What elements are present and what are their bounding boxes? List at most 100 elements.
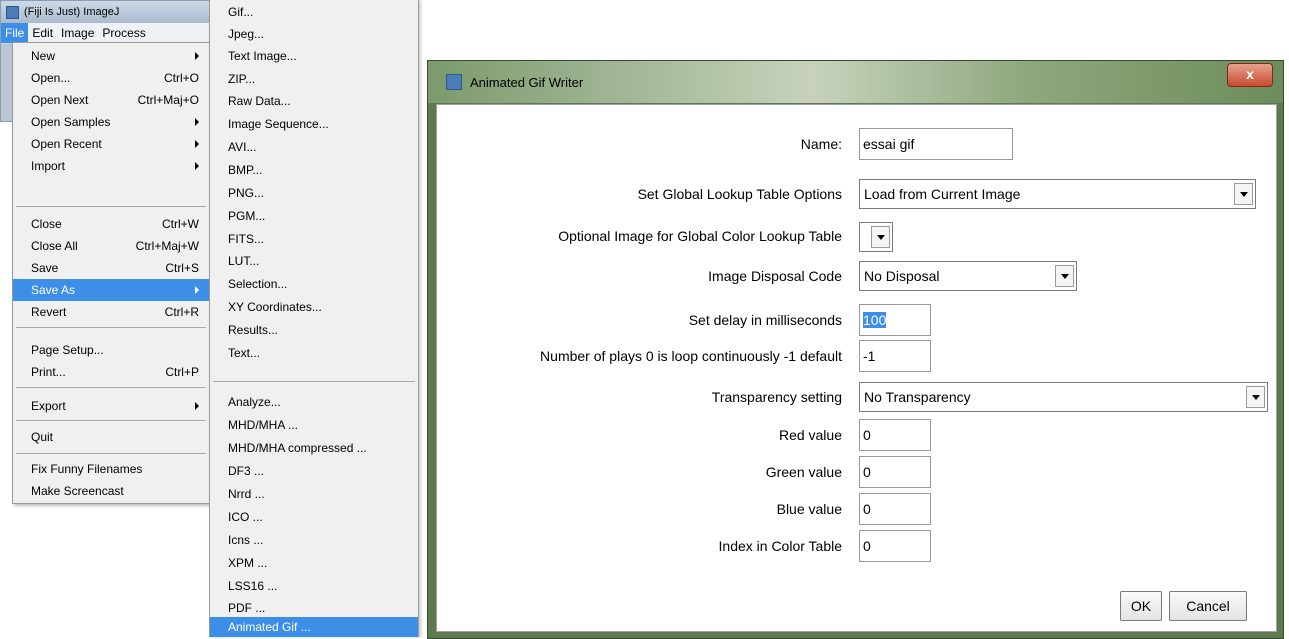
file-menu-item-close[interactable]: Close Ctrl+W bbox=[13, 213, 209, 235]
save-as-item-lut[interactable]: LUT... bbox=[210, 250, 418, 272]
save-as-item-pdf[interactable]: PDF ... bbox=[210, 597, 418, 619]
save-as-item-text[interactable]: Text... bbox=[210, 342, 418, 364]
save-as-item-bmp[interactable]: BMP... bbox=[210, 159, 418, 181]
save-as-item-fits[interactable]: FITS... bbox=[210, 228, 418, 250]
blue-field[interactable]: 0 bbox=[859, 493, 931, 525]
file-menu-item-open[interactable]: Open... Ctrl+O bbox=[13, 67, 209, 89]
menu-separator bbox=[16, 420, 206, 421]
chevron-down-icon bbox=[1246, 386, 1265, 408]
menu-edit[interactable]: Edit bbox=[28, 23, 57, 43]
save-as-item-df3[interactable]: DF3 ... bbox=[210, 460, 418, 482]
submenu-arrow-icon bbox=[195, 286, 199, 294]
disposal-label: Image Disposal Code bbox=[708, 268, 842, 284]
dialog-titlebar[interactable]: Animated Gif Writer x bbox=[428, 61, 1283, 103]
index-label: Index in Color Table bbox=[718, 538, 842, 554]
submenu-arrow-icon bbox=[195, 402, 199, 410]
file-menu-item-new[interactable]: New bbox=[13, 45, 209, 67]
save-as-item-icns[interactable]: Icns ... bbox=[210, 529, 418, 551]
chevron-down-icon bbox=[871, 226, 890, 248]
fiji-menubar: File Edit Image Process bbox=[1, 23, 210, 44]
ok-button[interactable]: OK bbox=[1120, 591, 1162, 621]
red-label: Red value bbox=[778, 427, 842, 443]
menu-process[interactable]: Process bbox=[98, 23, 149, 43]
close-button[interactable]: x bbox=[1227, 63, 1273, 87]
animated-gif-writer-dialog: Animated Gif Writer x Name: essai gif Se… bbox=[427, 60, 1284, 639]
submenu-arrow-icon bbox=[195, 118, 199, 126]
menu-separator bbox=[16, 206, 206, 207]
save-as-item-zip[interactable]: ZIP... bbox=[210, 68, 418, 90]
fiji-titlebar: (Fiji Is Just) ImageJ bbox=[1, 1, 210, 23]
menu-separator bbox=[16, 327, 206, 328]
menu-separator bbox=[16, 453, 206, 454]
fiji-app-icon bbox=[446, 74, 462, 90]
submenu-arrow-icon bbox=[195, 162, 199, 170]
cancel-button[interactable]: Cancel bbox=[1169, 591, 1247, 621]
save-as-item-xy-coordinates[interactable]: XY Coordinates... bbox=[210, 296, 418, 318]
green-label: Green value bbox=[765, 464, 842, 480]
file-menu-item-revert[interactable]: Revert Ctrl+R bbox=[13, 301, 209, 323]
save-as-item-text-image[interactable]: Text Image... bbox=[210, 45, 418, 67]
save-as-item-analyze[interactable]: Analyze... bbox=[210, 391, 418, 413]
save-as-item-mhd-mha[interactable]: MHD/MHA ... bbox=[210, 414, 418, 436]
fiji-app-icon bbox=[6, 5, 19, 19]
file-menu-item-open-next[interactable]: Open Next Ctrl+Maj+O bbox=[13, 89, 209, 111]
file-menu-item-fix-funny-filenames[interactable]: Fix Funny Filenames bbox=[13, 458, 209, 480]
name-field[interactable]: essai gif bbox=[859, 128, 1013, 160]
save-as-submenu: Gif... Jpeg... Text Image... ZIP... Raw … bbox=[209, 0, 419, 637]
file-menu-item-save[interactable]: Save Ctrl+S bbox=[13, 257, 209, 279]
save-as-item-pgm[interactable]: PGM... bbox=[210, 205, 418, 227]
save-as-item-raw-data[interactable]: Raw Data... bbox=[210, 90, 418, 112]
file-menu-item-quit[interactable]: Quit bbox=[13, 426, 209, 448]
save-as-item-ico[interactable]: ICO ... bbox=[210, 506, 418, 528]
menu-separator bbox=[213, 381, 415, 382]
file-menu: New Open... Ctrl+O Open Next Ctrl+Maj+O … bbox=[12, 42, 210, 504]
disposal-select[interactable]: No Disposal bbox=[859, 261, 1077, 291]
plays-field[interactable]: -1 bbox=[859, 340, 931, 372]
save-as-item-xpm[interactable]: XPM ... bbox=[210, 552, 418, 574]
chevron-down-icon bbox=[1055, 265, 1074, 287]
file-menu-item-close-all[interactable]: Close All Ctrl+Maj+W bbox=[13, 235, 209, 257]
fiji-window-title: (Fiji Is Just) ImageJ bbox=[24, 6, 120, 18]
red-field[interactable]: 0 bbox=[859, 419, 931, 451]
transparency-label: Transparency setting bbox=[711, 389, 842, 405]
file-menu-item-save-as[interactable]: Save As bbox=[13, 279, 209, 301]
save-as-item-animated-gif[interactable]: Animated Gif ... bbox=[210, 617, 418, 637]
file-menu-item-open-samples[interactable]: Open Samples bbox=[13, 111, 209, 133]
delay-label: Set delay in milliseconds bbox=[688, 312, 842, 328]
menu-file[interactable]: File bbox=[1, 23, 29, 43]
submenu-arrow-icon bbox=[195, 140, 199, 148]
optional-image-label: Optional Image for Global Color Lookup T… bbox=[558, 228, 842, 244]
dialog-content: Name: essai gif Set Global Lookup Table … bbox=[436, 104, 1277, 632]
save-as-item-nrrd[interactable]: Nrrd ... bbox=[210, 483, 418, 505]
save-as-item-mhd-mha-compressed[interactable]: MHD/MHA compressed ... bbox=[210, 437, 418, 459]
save-as-item-avi[interactable]: AVI... bbox=[210, 136, 418, 158]
file-menu-item-export[interactable]: Export bbox=[13, 395, 209, 417]
save-as-item-image-sequence[interactable]: Image Sequence... bbox=[210, 113, 418, 135]
file-menu-item-open-recent[interactable]: Open Recent bbox=[13, 133, 209, 155]
save-as-item-lss16[interactable]: LSS16 ... bbox=[210, 575, 418, 597]
transparency-select[interactable]: No Transparency bbox=[859, 382, 1268, 412]
file-menu-item-print[interactable]: Print... Ctrl+P bbox=[13, 361, 209, 383]
blue-label: Blue value bbox=[776, 501, 842, 517]
save-as-item-gif[interactable]: Gif... bbox=[210, 1, 418, 23]
delay-field[interactable]: 100 bbox=[859, 304, 931, 336]
save-as-item-results[interactable]: Results... bbox=[210, 319, 418, 341]
optional-image-select[interactable] bbox=[859, 222, 893, 252]
save-as-item-jpeg[interactable]: Jpeg... bbox=[210, 23, 418, 45]
save-as-item-selection[interactable]: Selection... bbox=[210, 273, 418, 295]
plays-label: Number of plays 0 is loop continuously -… bbox=[540, 348, 842, 364]
file-menu-item-make-screencast[interactable]: Make Screencast bbox=[13, 480, 209, 502]
submenu-arrow-icon bbox=[195, 52, 199, 60]
dialog-title: Animated Gif Writer bbox=[470, 74, 584, 90]
global-lut-label: Set Global Lookup Table Options bbox=[637, 186, 842, 202]
index-field[interactable]: 0 bbox=[859, 530, 931, 562]
menu-separator bbox=[16, 387, 206, 388]
file-menu-item-import[interactable]: Import bbox=[13, 155, 209, 177]
name-label: Name: bbox=[800, 136, 842, 152]
chevron-down-icon bbox=[1234, 183, 1253, 205]
global-lut-select[interactable]: Load from Current Image bbox=[859, 179, 1256, 209]
save-as-item-png[interactable]: PNG... bbox=[210, 182, 418, 204]
menu-image[interactable]: Image bbox=[57, 23, 98, 43]
green-field[interactable]: 0 bbox=[859, 456, 931, 488]
file-menu-item-page-setup[interactable]: Page Setup... bbox=[13, 339, 209, 361]
